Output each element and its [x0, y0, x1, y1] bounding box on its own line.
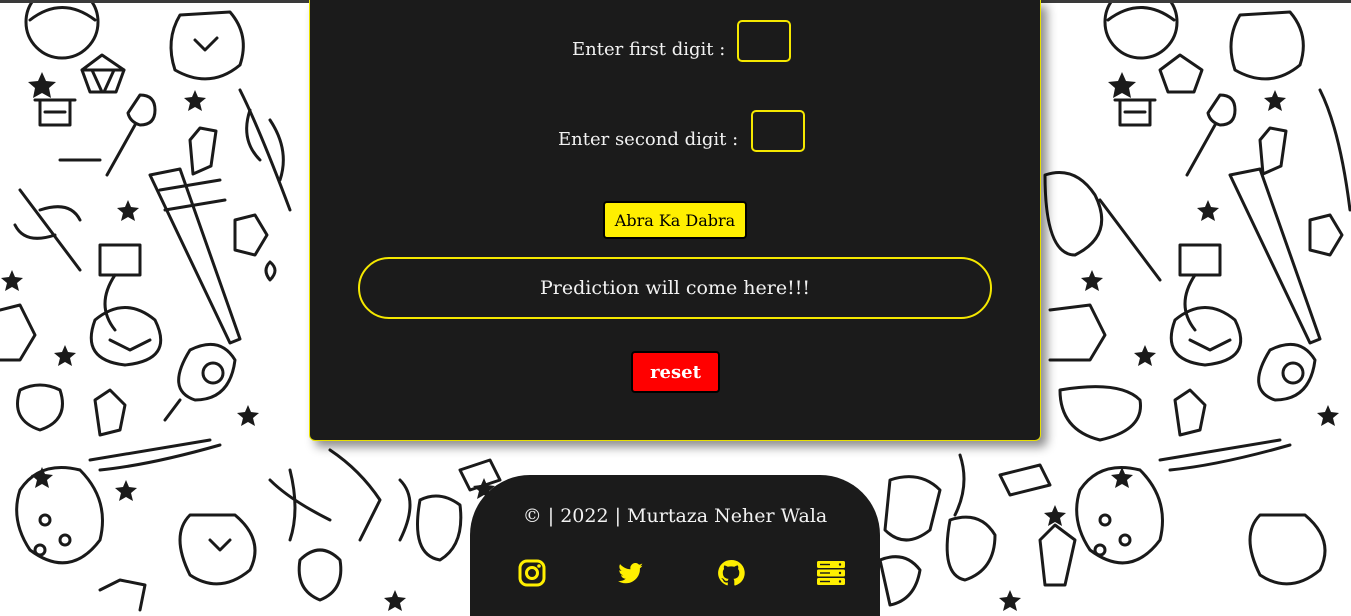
- github-icon: [716, 558, 746, 592]
- prediction-output: Prediction will come here!!!: [358, 257, 992, 319]
- reset-button[interactable]: reset: [631, 351, 720, 393]
- abra-ka-dabra-button[interactable]: Abra Ka Dabra: [603, 201, 747, 239]
- second-digit-label: Enter second digit :: [558, 129, 739, 150]
- instagram-link[interactable]: [516, 559, 548, 591]
- copyright-text: © | 2022 | Murtaza Neher Wala: [522, 505, 828, 527]
- server-link[interactable]: [815, 559, 847, 591]
- prediction-text: Prediction will come here!!!: [539, 277, 811, 299]
- prediction-card: Enter first digit : Enter second digit :…: [309, 0, 1041, 441]
- instagram-icon: [517, 558, 547, 592]
- second-digit-input[interactable]: [751, 110, 805, 152]
- twitter-icon: [615, 558, 645, 592]
- github-link[interactable]: [715, 559, 747, 591]
- twitter-link[interactable]: [614, 559, 646, 591]
- server-icon: [816, 558, 846, 592]
- footer: © | 2022 | Murtaza Neher Wala: [470, 475, 880, 616]
- first-digit-input[interactable]: [737, 20, 791, 62]
- first-digit-label: Enter first digit :: [572, 39, 726, 60]
